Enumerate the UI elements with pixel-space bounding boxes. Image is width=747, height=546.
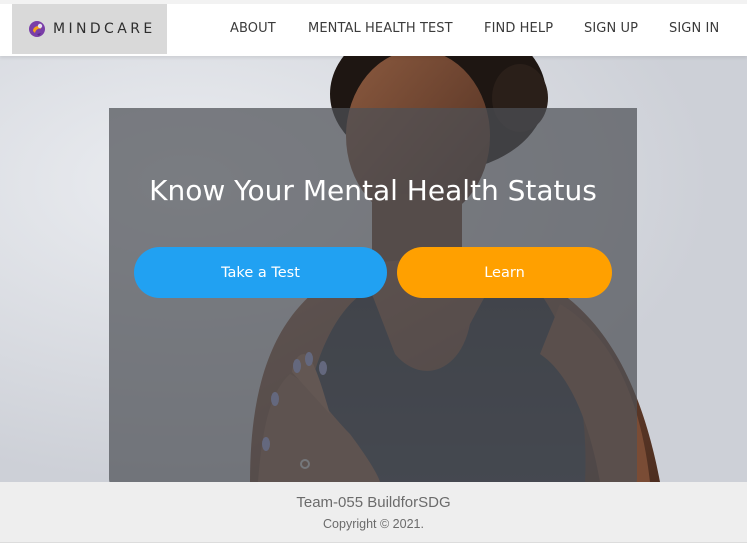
footer: Team-055 BuildforSDG Copyright © 2021.: [0, 482, 747, 543]
nav-find-help[interactable]: FIND HELP: [484, 21, 553, 36]
footer-team: Team-055 BuildforSDG: [296, 494, 451, 511]
nav-sign-in[interactable]: SIGN IN: [669, 21, 719, 36]
take-a-test-button[interactable]: Take a Test: [134, 247, 387, 298]
main-nav: ABOUT MENTAL HEALTH TEST FIND HELP SIGN …: [0, 4, 747, 54]
page: MINDCARE ABOUT MENTAL HEALTH TEST FIND H…: [0, 0, 747, 546]
hero-title: Know Your Mental Health Status: [149, 174, 597, 207]
hero-section: Know Your Mental Health Status Take a Te…: [0, 54, 747, 482]
nav-about[interactable]: ABOUT: [230, 21, 276, 36]
hero-overlay-card: Know Your Mental Health Status Take a Te…: [109, 108, 637, 482]
nav-mental-health-test[interactable]: MENTAL HEALTH TEST: [308, 21, 453, 36]
nav-sign-up[interactable]: SIGN UP: [584, 21, 638, 36]
top-navbar: MINDCARE ABOUT MENTAL HEALTH TEST FIND H…: [0, 0, 747, 56]
footer-copyright: Copyright © 2021.: [323, 517, 424, 531]
learn-button[interactable]: Learn: [397, 247, 612, 298]
